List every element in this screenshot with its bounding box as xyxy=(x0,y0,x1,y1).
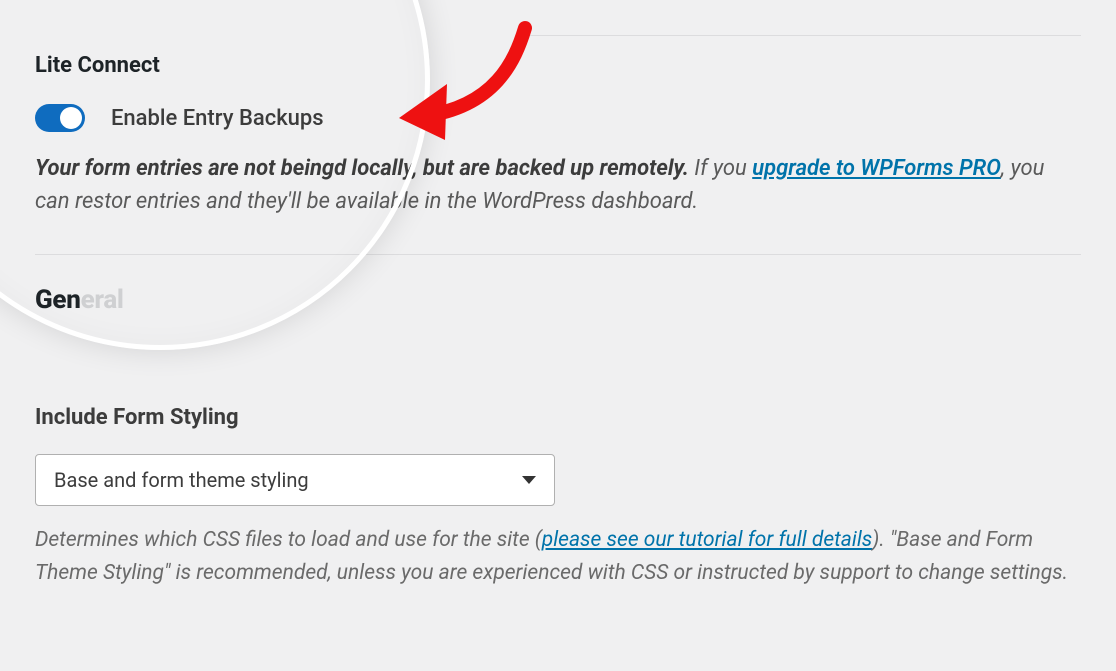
desc-bold-part2: d locally, but are backed up remotely. xyxy=(334,156,689,181)
toggle-row-entry-backups: Enable Entry Backups xyxy=(35,104,1081,132)
desc-text-3: r entries and they'll be available in th… xyxy=(123,189,698,214)
toggle-entry-backups[interactable] xyxy=(35,104,85,132)
toggle-label-entry-backups: Enable Entry Backups xyxy=(111,106,324,131)
select-form-styling[interactable]: Base and form theme styling xyxy=(35,454,555,506)
section-title-lite-connect: Lite Connect xyxy=(35,53,1081,78)
help-text-pre: Determines which CSS files to load and u… xyxy=(35,528,542,552)
tutorial-link[interactable]: please see our tutorial for full details xyxy=(542,528,873,552)
desc-bold-part1: Your form entries are not being xyxy=(35,156,334,181)
form-styling-help: Determines which CSS files to load and u… xyxy=(35,524,1075,589)
label-include-form-styling: Include Form Styling xyxy=(35,405,1081,430)
toggle-knob xyxy=(60,107,82,129)
upgrade-link[interactable]: upgrade to WPForms PRO xyxy=(752,156,1001,181)
desc-text-1: If you xyxy=(689,156,752,181)
select-form-styling-value: Base and form theme styling xyxy=(54,468,309,492)
chevron-down-icon xyxy=(522,476,536,484)
section-title-general: General xyxy=(35,285,1081,315)
divider-top xyxy=(530,35,1081,36)
entry-backups-description: Your form entries are not beingd locally… xyxy=(35,152,1081,218)
divider-mid xyxy=(35,254,1081,255)
